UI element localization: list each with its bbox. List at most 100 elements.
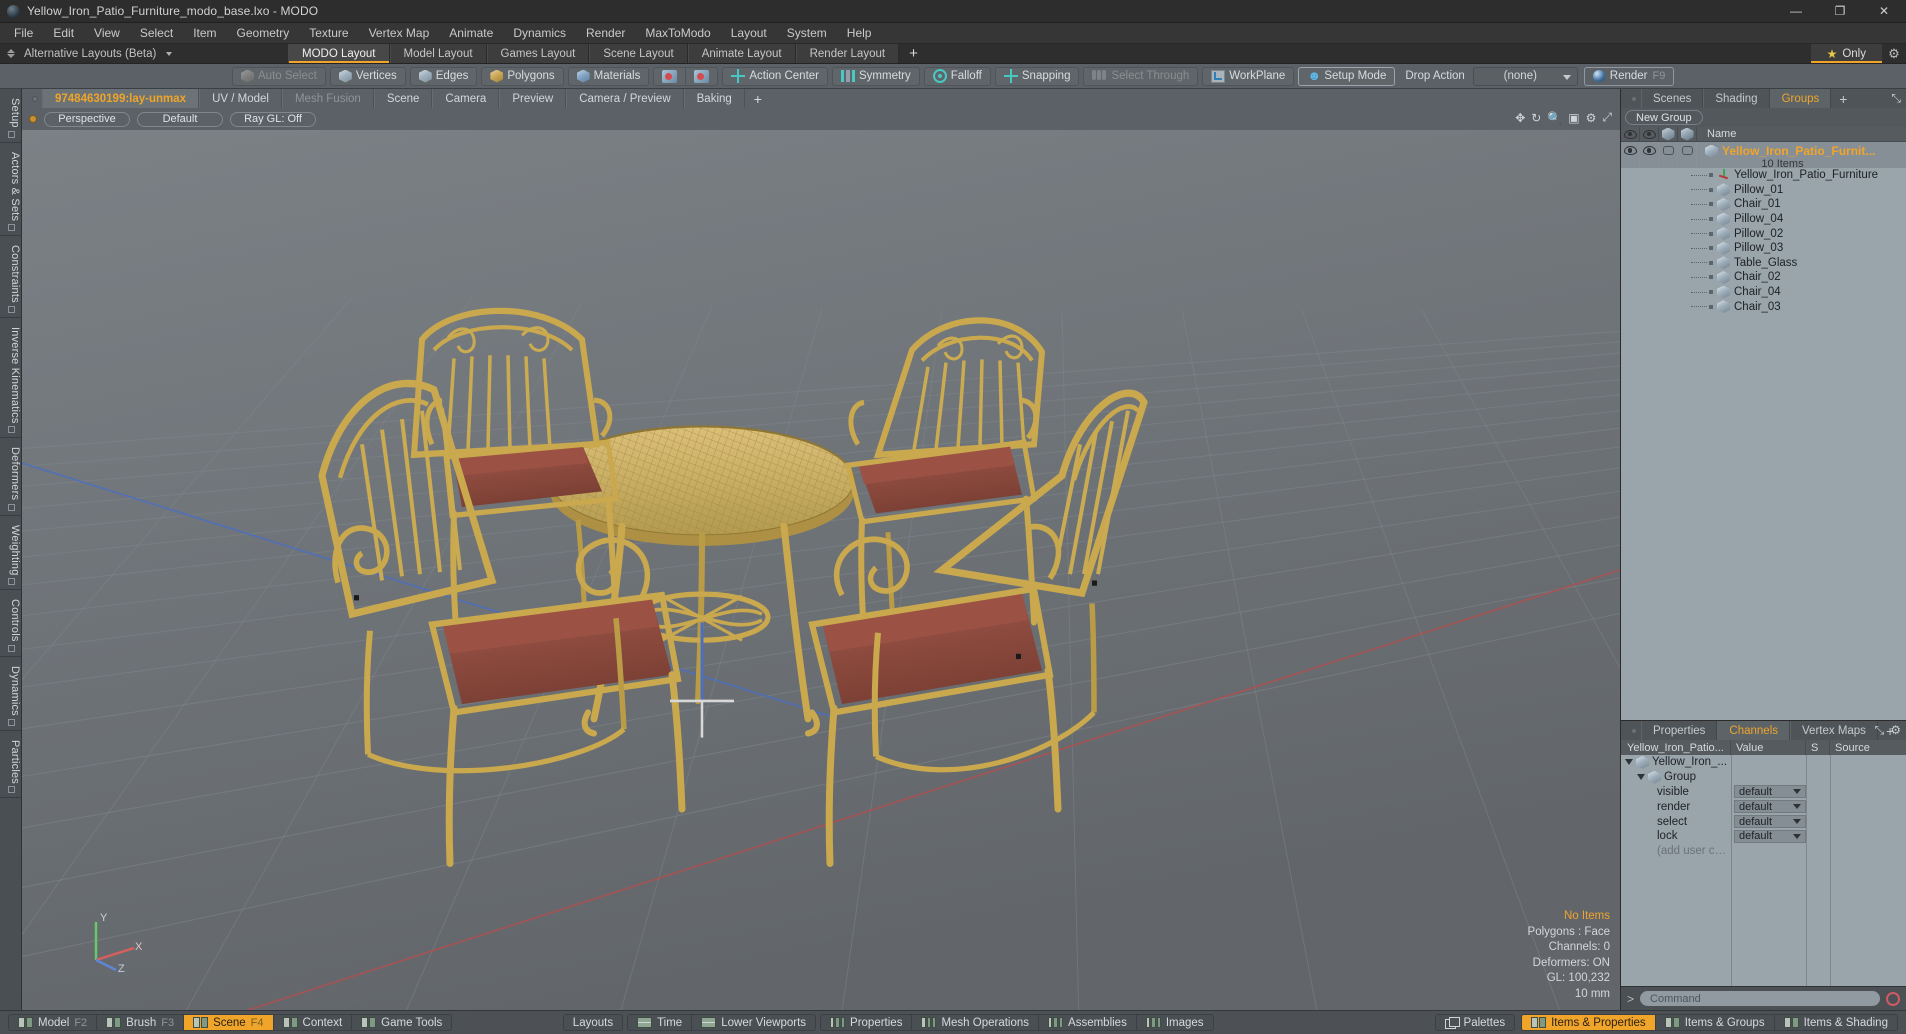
tab-modo-layout[interactable]: MODO Layout [288, 44, 390, 63]
group-row[interactable]: Yellow_Iron_Patio_Furnit... 10 Items [1621, 142, 1906, 170]
tab-vertex-maps[interactable]: Vertex Maps [1790, 721, 1878, 740]
expand-icon[interactable]: ⤡ [1875, 723, 1885, 738]
tab-properties[interactable]: Properties [1641, 721, 1718, 740]
menu-item[interactable]: Item [183, 23, 226, 44]
tab-scenes[interactable]: Scenes [1641, 89, 1704, 108]
group-lock-toggle[interactable] [1678, 142, 1697, 168]
bottom-button-layouts[interactable]: Layouts [564, 1015, 622, 1030]
tab-groups[interactable]: Groups [1769, 89, 1832, 108]
viewport-tab-lay-unmax[interactable]: 97484630199:lay-unmax [42, 89, 200, 108]
new-group-button[interactable]: New Group [1625, 110, 1703, 125]
bottom-button-brush[interactable]: Brush F3 [97, 1015, 185, 1030]
expand-triangle-icon[interactable] [1625, 759, 1633, 766]
tab-animate-layout[interactable]: Animate Layout [687, 44, 796, 63]
vertices-button[interactable]: Vertices [331, 68, 405, 85]
command-input[interactable]: Command [1640, 991, 1880, 1006]
gear-icon[interactable]: ⚙ [1882, 44, 1906, 63]
viewport-tab-mesh-fusion[interactable]: Mesh Fusion [281, 89, 374, 108]
channel-row[interactable]: visible default [1621, 785, 1906, 800]
lock-column-header[interactable] [1678, 126, 1697, 142]
bottom-button-assemblies[interactable]: Assemblies [1039, 1015, 1137, 1030]
perspective-dropdown[interactable]: Perspective [44, 111, 130, 127]
bottom-button-context[interactable]: Context [274, 1015, 353, 1030]
item-mode-button[interactable] [654, 67, 687, 85]
up-down-arrows-icon[interactable] [6, 48, 17, 59]
channels-list[interactable]: Yellow_Iron_... Group visible default re… [1621, 755, 1906, 986]
menu-edit[interactable]: Edit [43, 23, 84, 44]
raygl-dropdown[interactable]: Ray GL: Off [230, 111, 316, 127]
list-item[interactable]: Pillow_03 [1621, 241, 1906, 256]
rail-item-deformers[interactable]: Deformers [0, 438, 21, 516]
expand-triangle-icon[interactable] [1637, 774, 1645, 781]
rail-item-constraints[interactable]: Constraints [0, 236, 21, 318]
group-item-list[interactable]: Yellow_Iron_Patio_Furnit... 10 Items Yel… [1621, 142, 1906, 720]
channel-row[interactable]: lock default [1621, 829, 1906, 844]
bottom-button-model[interactable]: Model F2 [9, 1015, 98, 1030]
bottom-button-mesh-operations[interactable]: Mesh Operations [912, 1015, 1040, 1030]
list-item[interactable]: Chair_02 [1621, 270, 1906, 285]
drop-action-dropdown[interactable]: (none) [1472, 66, 1578, 86]
list-item[interactable]: Pillow_04 [1621, 212, 1906, 227]
channels-panel-dot-icon[interactable] [1627, 721, 1641, 740]
menu-dynamics[interactable]: Dynamics [503, 23, 576, 44]
bottom-button-items-properties[interactable]: Items & Properties [1522, 1015, 1656, 1030]
render-button[interactable]: Render F9 [1583, 66, 1675, 86]
menu-system[interactable]: System [777, 23, 837, 44]
bottom-button-lower-viewports[interactable]: Lower Viewports [692, 1015, 815, 1030]
edges-button[interactable]: Edges [411, 68, 477, 85]
rail-item-particles[interactable]: Particles [0, 731, 21, 799]
viewport-tab-camera[interactable]: Camera [432, 89, 500, 108]
zoom-view-icon[interactable]: 🔍 [1547, 111, 1562, 125]
action-center-button[interactable]: Action Center [723, 68, 827, 85]
add-viewport-tab-button[interactable]: + [745, 89, 771, 108]
viewport-tab-camera-preview[interactable]: Camera / Preview [566, 89, 684, 108]
rail-item-inverse-kinematics[interactable]: Inverse Kinematics [0, 318, 21, 439]
tab-scene-layout[interactable]: Scene Layout [589, 44, 688, 63]
setup-mode-button[interactable]: ☻ Setup Mode [1299, 68, 1394, 85]
materials-button[interactable]: Materials [569, 68, 649, 85]
expand-icon[interactable]: ⤡ [1891, 91, 1901, 106]
workplane-button[interactable]: WorkPlane [1203, 68, 1293, 85]
select-through-button[interactable]: Select Through [1084, 68, 1197, 85]
visibility-column-header[interactable] [1621, 126, 1640, 142]
bottom-button-images[interactable]: Images [1137, 1015, 1213, 1030]
maximize-button[interactable]: ❐ [1818, 0, 1862, 23]
menu-render[interactable]: Render [576, 23, 635, 44]
bottom-button-items-groups[interactable]: Items & Groups [1656, 1015, 1775, 1030]
menu-texture[interactable]: Texture [299, 23, 358, 44]
bottom-button-scene[interactable]: Scene F4 [184, 1015, 274, 1030]
list-item[interactable]: Pillow_01 [1621, 183, 1906, 198]
menu-maxtomodo[interactable]: MaxToModo [635, 23, 720, 44]
tab-channels[interactable]: Channels [1717, 721, 1791, 740]
list-item[interactable]: Yellow_Iron_Patio_Furniture [1621, 168, 1906, 183]
bottom-button-game-tools[interactable]: Game Tools [352, 1015, 451, 1030]
menu-geometry[interactable]: Geometry [227, 23, 300, 44]
add-layout-tab-button[interactable]: + [899, 44, 928, 63]
falloff-button[interactable]: Falloff [925, 68, 990, 85]
menu-layout[interactable]: Layout [721, 23, 777, 44]
groups-panel-dot-icon[interactable] [1627, 89, 1641, 108]
menu-select[interactable]: Select [130, 23, 183, 44]
pivot-mode-button[interactable] [686, 68, 717, 85]
bottom-button-palettes[interactable]: Palettes [1436, 1015, 1515, 1030]
minimize-button[interactable]: — [1774, 0, 1818, 23]
symmetry-button[interactable]: Symmetry [833, 68, 919, 85]
select-column-header[interactable] [1659, 126, 1678, 142]
group-visibility-toggle[interactable] [1621, 142, 1640, 168]
channel-value-dropdown[interactable]: default [1734, 800, 1806, 814]
viewport-tab-dot-icon[interactable] [28, 89, 42, 108]
list-item[interactable]: Pillow_02 [1621, 226, 1906, 241]
command-record-icon[interactable] [1886, 991, 1900, 1006]
3d-viewport[interactable]: Y X Z No Items Polygons : Face Channels:… [22, 130, 1620, 1010]
tab-games-layout[interactable]: Games Layout [486, 44, 590, 63]
channel-value-dropdown[interactable]: default [1734, 815, 1806, 829]
rail-item-dynamics[interactable]: Dynamics [0, 657, 21, 731]
menu-view[interactable]: View [84, 23, 130, 44]
list-item[interactable]: Table_Glass [1621, 256, 1906, 271]
list-item[interactable]: Chair_04 [1621, 285, 1906, 300]
rail-item-weighting[interactable]: Weighting [0, 516, 21, 591]
channel-value-dropdown[interactable]: default [1734, 785, 1806, 799]
gear-icon[interactable]: ⚙ [1890, 723, 1901, 738]
render-column-header[interactable] [1640, 126, 1659, 142]
add-user-channel-row[interactable]: (add user c… [1621, 844, 1906, 859]
